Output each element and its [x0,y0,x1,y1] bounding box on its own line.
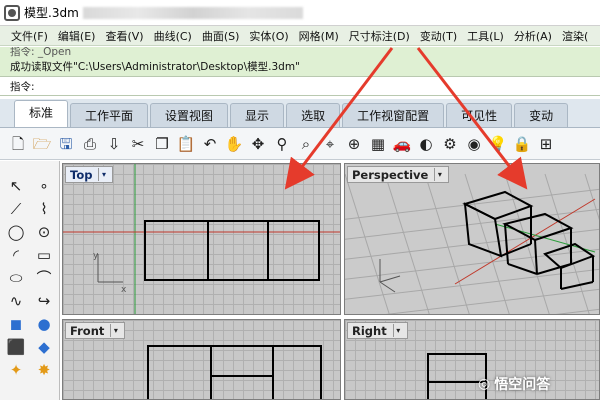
viewport-perspective-label: Perspective [352,167,429,182]
circle-icon[interactable]: ◯ [5,221,27,242]
watermark-logo-icon: ◎ [478,376,491,392]
viewport-front-label: Front [70,323,105,338]
menu-mesh[interactable]: 网格(M) [296,28,346,44]
viewport-front[interactable]: Front ▾ [62,319,341,400]
chevron-down-icon[interactable]: ▾ [434,168,444,181]
menu-transform[interactable]: 变动(T) [417,28,464,44]
viewport-perspective-drawing [345,173,599,314]
svg-text:y: y [93,251,99,261]
zoom-selected-icon[interactable]: ⊕ [344,134,364,154]
box-icon[interactable]: ◼ [5,313,27,334]
viewport-perspective-title[interactable]: Perspective ▾ [347,166,450,183]
tab-select[interactable]: 选取 [286,103,341,127]
pan-hand-icon[interactable]: ✋ [224,134,244,154]
menu-tools[interactable]: 工具(L) [464,28,511,44]
menu-solid[interactable]: 实体(O) [246,28,295,44]
circle-center-icon[interactable]: ⊙ [33,221,55,242]
left-tool-panel: ↖ ∘ ⟋ ⌇ ◯ ⊙ ◜ ▭ ⬭ ⌒ ∿ ↪ ◼ ● ⬛ ◆ ✦ ✸ [0,161,60,400]
command-prompt[interactable]: 指令: [0,76,600,96]
tab-standard[interactable]: 标准 [14,100,69,127]
tab-cplanes[interactable]: 工作平面 [70,103,149,127]
explode-icon[interactable]: ✸ [33,359,55,380]
command-history: 指令: _Open [0,47,600,58]
sphere-icon[interactable]: ● [33,313,55,334]
ellipse-icon[interactable]: ⬭ [5,267,27,288]
import-icon[interactable]: ⇩ [104,134,124,154]
light-bulb-icon[interactable]: 💡 [488,134,508,154]
viewport-right-title[interactable]: Right ▾ [347,322,408,339]
cut-icon[interactable]: ✂ [128,134,148,154]
render-icon[interactable]: ◐ [416,134,436,154]
menu-edit[interactable]: 编辑(E) [55,28,103,44]
menu-dimension[interactable]: 尺寸标注(D) [346,28,417,44]
transform-icon[interactable]: ✦ [5,359,27,380]
rotate-view-icon[interactable]: ✥ [248,134,268,154]
watermark: ◎ 悟空问答 [478,374,550,394]
arc-icon[interactable]: ◜ [5,244,27,265]
zoom-window-icon[interactable]: ⌕ [296,134,316,154]
copy-icon[interactable]: ❐ [152,134,172,154]
menu-render[interactable]: 渲染( [559,28,595,44]
chevron-down-icon[interactable]: ▾ [110,324,120,337]
tab-display[interactable]: 显示 [230,103,285,127]
title-bar: 模型.3dm [0,0,600,26]
grid-snap-icon[interactable]: ⊞ [536,134,556,154]
car-icon[interactable]: 🚗 [392,134,412,154]
tab-visibility[interactable]: 可见性 [446,103,513,127]
display-mode-icon[interactable]: ◉ [464,134,484,154]
blend-icon[interactable]: ∿ [5,290,27,311]
save-icon[interactable]: 🖫 [56,134,76,154]
open-folder-icon[interactable]: 🗁 [32,134,52,154]
paste-icon[interactable]: 📋 [176,134,196,154]
viewport-top-drawing: y x [63,164,340,314]
lock-icon[interactable]: 🔒 [512,134,532,154]
window-title: 模型.3dm [24,6,79,20]
viewport-right[interactable]: Right ▾ [344,319,600,400]
tab-transform[interactable]: 变动 [514,103,569,127]
gear-icon[interactable]: ⚙ [440,134,460,154]
viewport-perspective[interactable]: Perspective ▾ [344,163,600,315]
zoom-extents-icon[interactable]: ⌖ [320,134,340,154]
standard-toolbar: 🗋 🗁 🖫 ⎙ ⇩ ✂ ❐ 📋 ↶ ✋ ✥ ⚲ ⌕ ⌖ ⊕ ▦ 🚗 ◐ ⚙ ◉ … [0,128,600,160]
undo-icon[interactable]: ↶ [200,134,220,154]
viewport-top-label: Top [70,167,93,182]
four-view-icon[interactable]: ▦ [368,134,388,154]
rhino-icon [4,4,20,21]
menu-view[interactable]: 查看(V) [102,28,150,44]
control-point-curve-icon[interactable]: ⌇ [33,198,55,219]
viewport-front-title[interactable]: Front ▾ [65,322,126,339]
viewport-top-title[interactable]: Top ▾ [65,166,114,183]
select-arrow-icon[interactable]: ↖ [5,175,27,196]
command-status: 成功读取文件"C:\Users\Administrator\Desktop\模型… [0,58,600,76]
tab-set-view[interactable]: 设置视图 [150,103,229,127]
menu-analyze[interactable]: 分析(A) [511,28,559,44]
blurred-title-path [82,6,303,19]
menu-bar: 文件(F) 编辑(E) 查看(V) 曲线(C) 曲面(S) 实体(O) 网格(M… [0,26,600,46]
svg-text:x: x [121,285,127,295]
zoom-dynamic-icon[interactable]: ⚲ [272,134,292,154]
command-prompt-label: 指令: [10,81,35,93]
chevron-down-icon[interactable]: ▾ [98,168,108,181]
chevron-down-icon[interactable]: ▾ [392,324,403,337]
menu-file[interactable]: 文件(F) [8,28,55,44]
new-file-icon[interactable]: 🗋 [8,134,28,154]
fillet-icon[interactable]: ⌒ [33,267,55,288]
viewport-top[interactable]: Top ▾ y x [62,163,341,315]
polyline-icon[interactable]: ⟋ [5,198,27,219]
menu-surface[interactable]: 曲面(S) [199,28,247,44]
menu-curve[interactable]: 曲线(C) [151,28,199,44]
rectangle-icon[interactable]: ▭ [33,244,55,265]
viewport-right-label: Right [352,323,387,338]
tab-viewport-layout[interactable]: 工作视窗配置 [342,103,445,127]
watermark-text: 悟空问答 [494,377,551,393]
print-icon[interactable]: ⎙ [80,134,100,154]
point-icon[interactable]: ∘ [33,175,55,196]
curve-from-object-icon[interactable]: ↪ [33,290,55,311]
surface-icon[interactable]: ◆ [33,336,55,357]
toolbar-tabs: 标准 工作平面 设置视图 显示 选取 工作视窗配置 可见性 变动 [0,99,600,128]
extrude-icon[interactable]: ⬛ [5,336,27,357]
